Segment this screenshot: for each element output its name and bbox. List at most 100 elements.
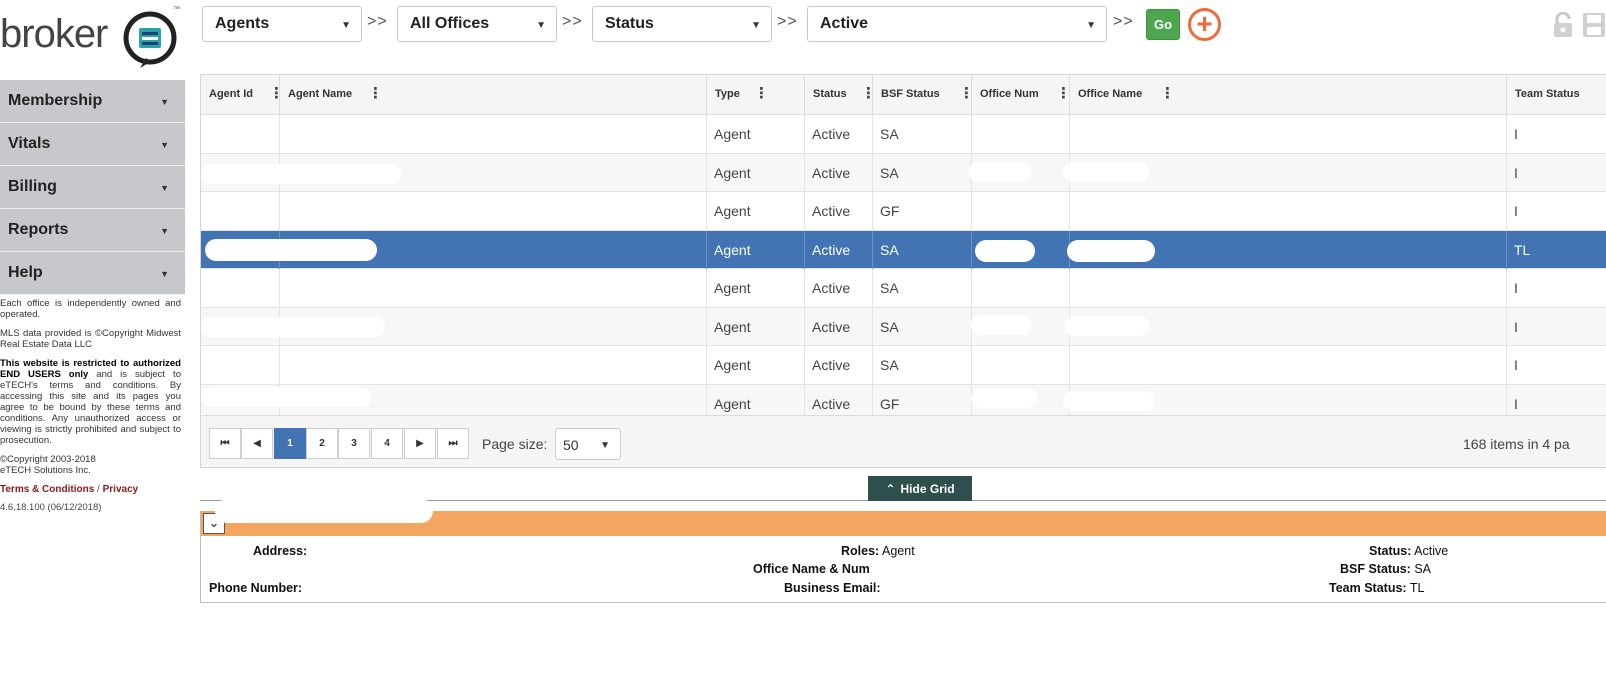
cell-type: Agent xyxy=(707,307,805,346)
chevron-down-icon: ▼ xyxy=(160,97,169,107)
terms-link[interactable]: Terms & Conditions xyxy=(0,484,94,495)
logo-trademark: ™ xyxy=(173,6,180,13)
sidebar-item-label: Membership xyxy=(8,92,103,109)
cell-bsf-status: SA xyxy=(873,115,972,153)
cell-type: Agent xyxy=(707,192,805,230)
address-row: Address: xyxy=(253,544,307,558)
column-header-label: Team Status xyxy=(1515,88,1580,100)
field-select[interactable]: Status ▼ xyxy=(592,6,772,42)
page-button-2[interactable]: 2 xyxy=(306,428,338,459)
column-header-office-name[interactable]: Office Name ⋮ xyxy=(1070,75,1507,115)
table-row[interactable]: Agent Active SA I xyxy=(201,346,1606,385)
privacy-link[interactable]: Privacy xyxy=(103,484,139,495)
next-page-icon[interactable]: ▶ xyxy=(404,428,436,459)
team-row: Team Status: TL xyxy=(1329,581,1424,595)
column-header-label: BSF Status xyxy=(881,88,940,100)
entity-select[interactable]: Agents ▼ xyxy=(202,6,362,42)
page-button-3[interactable]: 3 xyxy=(338,428,370,459)
cell-bsf-status: SA xyxy=(873,346,972,384)
cell-bsf-status: SA xyxy=(873,269,972,307)
bsf-value: SA xyxy=(1414,562,1432,576)
chevron-down-icon: ▼ xyxy=(600,440,610,451)
column-header-label: Agent Id xyxy=(209,88,253,100)
cell-office-num xyxy=(972,115,1070,153)
agent-detail-panel: ⌄ Address: Phone Number: Roles: Agent Of… xyxy=(200,499,1606,603)
prev-page-icon[interactable]: ◀ xyxy=(241,428,273,459)
table-row[interactable]: Agent Active SA I xyxy=(201,307,1606,346)
copyright-line-1: ©Copyright 2003-2018 xyxy=(0,454,96,465)
go-button[interactable]: Go xyxy=(1146,9,1180,40)
column-header-office-num[interactable]: Office Num ⋮ xyxy=(972,75,1071,115)
table-row-selected[interactable]: Agent Active SA TL xyxy=(201,230,1606,269)
table-row[interactable]: Agent Active SA I xyxy=(201,269,1606,308)
filter-separator: >> xyxy=(562,13,583,30)
hide-grid-button[interactable]: ⌃ Hide Grid xyxy=(868,476,972,501)
sidebar-notes: Each office is independently owned and o… xyxy=(0,295,185,513)
add-icon[interactable]: + xyxy=(1188,8,1221,41)
sidebar-item-reports[interactable]: Reports ▼ xyxy=(0,209,185,252)
cell-status: Active xyxy=(805,230,873,269)
table-row[interactable]: Agent Active GF I xyxy=(201,192,1606,231)
cell-bsf-status: GF xyxy=(873,192,972,230)
roles-value: Agent xyxy=(882,544,915,558)
copyright-note: ©Copyright 2003-2018 eTECH Solutions Inc… xyxy=(0,454,181,476)
cell-type: Agent xyxy=(707,115,805,153)
page-button-4[interactable]: 4 xyxy=(371,428,403,459)
cell-office-name xyxy=(1070,269,1507,307)
page-size-select[interactable]: 50 ▼ xyxy=(555,428,621,460)
column-header-team-status[interactable]: Team Status xyxy=(1507,75,1606,115)
column-menu-icon[interactable]: ⋮ xyxy=(1160,86,1175,101)
cell-agent-id xyxy=(201,115,280,153)
sidebar-item-label: Billing xyxy=(8,178,57,195)
chevron-up-icon: ⌃ xyxy=(885,482,896,496)
cell-team-status: I xyxy=(1514,280,1518,296)
sidebar: Membership ▼ Vitals ▼ Billing ▼ Reports … xyxy=(0,80,185,513)
status-value: Active xyxy=(1414,544,1449,558)
grid-header: Agent Id ⋮ Agent Name ⋮ Type ⋮ Status ⋮ … xyxy=(201,75,1606,115)
column-header-label: Office Num xyxy=(980,88,1039,100)
ownership-note: Each office is independently owned and o… xyxy=(0,298,181,320)
redaction-mark xyxy=(1063,161,1149,182)
cell-status: Active xyxy=(805,307,873,346)
table-row[interactable]: Agent Active SA I xyxy=(201,153,1606,192)
column-header-agent-name[interactable]: Agent Name ⋮ xyxy=(280,75,707,115)
roles-row: Roles: Agent xyxy=(841,544,915,558)
field-select-value: Status xyxy=(605,15,654,32)
sidebar-item-help[interactable]: Help ▼ xyxy=(0,252,185,295)
column-header-status[interactable]: Status ⋮ xyxy=(805,75,876,115)
table-row[interactable]: Agent Active SA I xyxy=(201,115,1606,154)
legal-links: Terms & Conditions / Privacy xyxy=(0,484,181,495)
cell-status: Active xyxy=(805,115,873,153)
cell-type: Agent xyxy=(707,153,805,192)
unlock-icon[interactable] xyxy=(1552,12,1574,38)
version-text: 4.6.18.100 (06/12/2018) xyxy=(0,502,102,513)
column-menu-icon[interactable]: ⋮ xyxy=(368,86,383,101)
sidebar-item-label: Help xyxy=(8,264,43,281)
broker-logo[interactable]: broker ™ xyxy=(0,4,185,70)
phone-row: Phone Number: xyxy=(209,581,302,595)
page-button-1[interactable]: 1 xyxy=(274,428,306,459)
office-select[interactable]: All Offices ▼ xyxy=(397,6,557,42)
page-size-label: Page size: xyxy=(482,436,548,452)
column-header-agent-id[interactable]: Agent Id ⋮ xyxy=(201,75,284,115)
redaction-mark xyxy=(215,499,433,523)
phone-label: Phone Number: xyxy=(209,581,303,595)
sidebar-item-vitals[interactable]: Vitals ▼ xyxy=(0,123,185,166)
column-menu-icon[interactable]: ⋮ xyxy=(754,86,769,101)
column-header-bsf-status[interactable]: BSF Status ⋮ xyxy=(873,75,974,115)
column-menu-icon[interactable]: ⋮ xyxy=(1056,86,1071,101)
redaction-mark xyxy=(1063,390,1155,411)
cell-team-status: I xyxy=(1514,164,1518,181)
value-select[interactable]: Active ▼ xyxy=(807,6,1107,42)
last-page-icon[interactable]: ⏭ xyxy=(437,428,469,459)
save-icon[interactable] xyxy=(1582,12,1606,38)
team-label: Team Status: xyxy=(1329,581,1407,595)
column-header-type[interactable]: Type ⋮ xyxy=(707,75,805,115)
value-select-value: Active xyxy=(820,15,869,32)
cell-office-num xyxy=(972,269,1070,307)
cell-agent-name xyxy=(280,115,707,153)
business-email-row: Business Email: xyxy=(784,581,881,595)
sidebar-item-billing[interactable]: Billing ▼ xyxy=(0,166,185,209)
sidebar-item-membership[interactable]: Membership ▼ xyxy=(0,80,185,123)
first-page-icon[interactable]: ⏮ xyxy=(209,428,241,459)
